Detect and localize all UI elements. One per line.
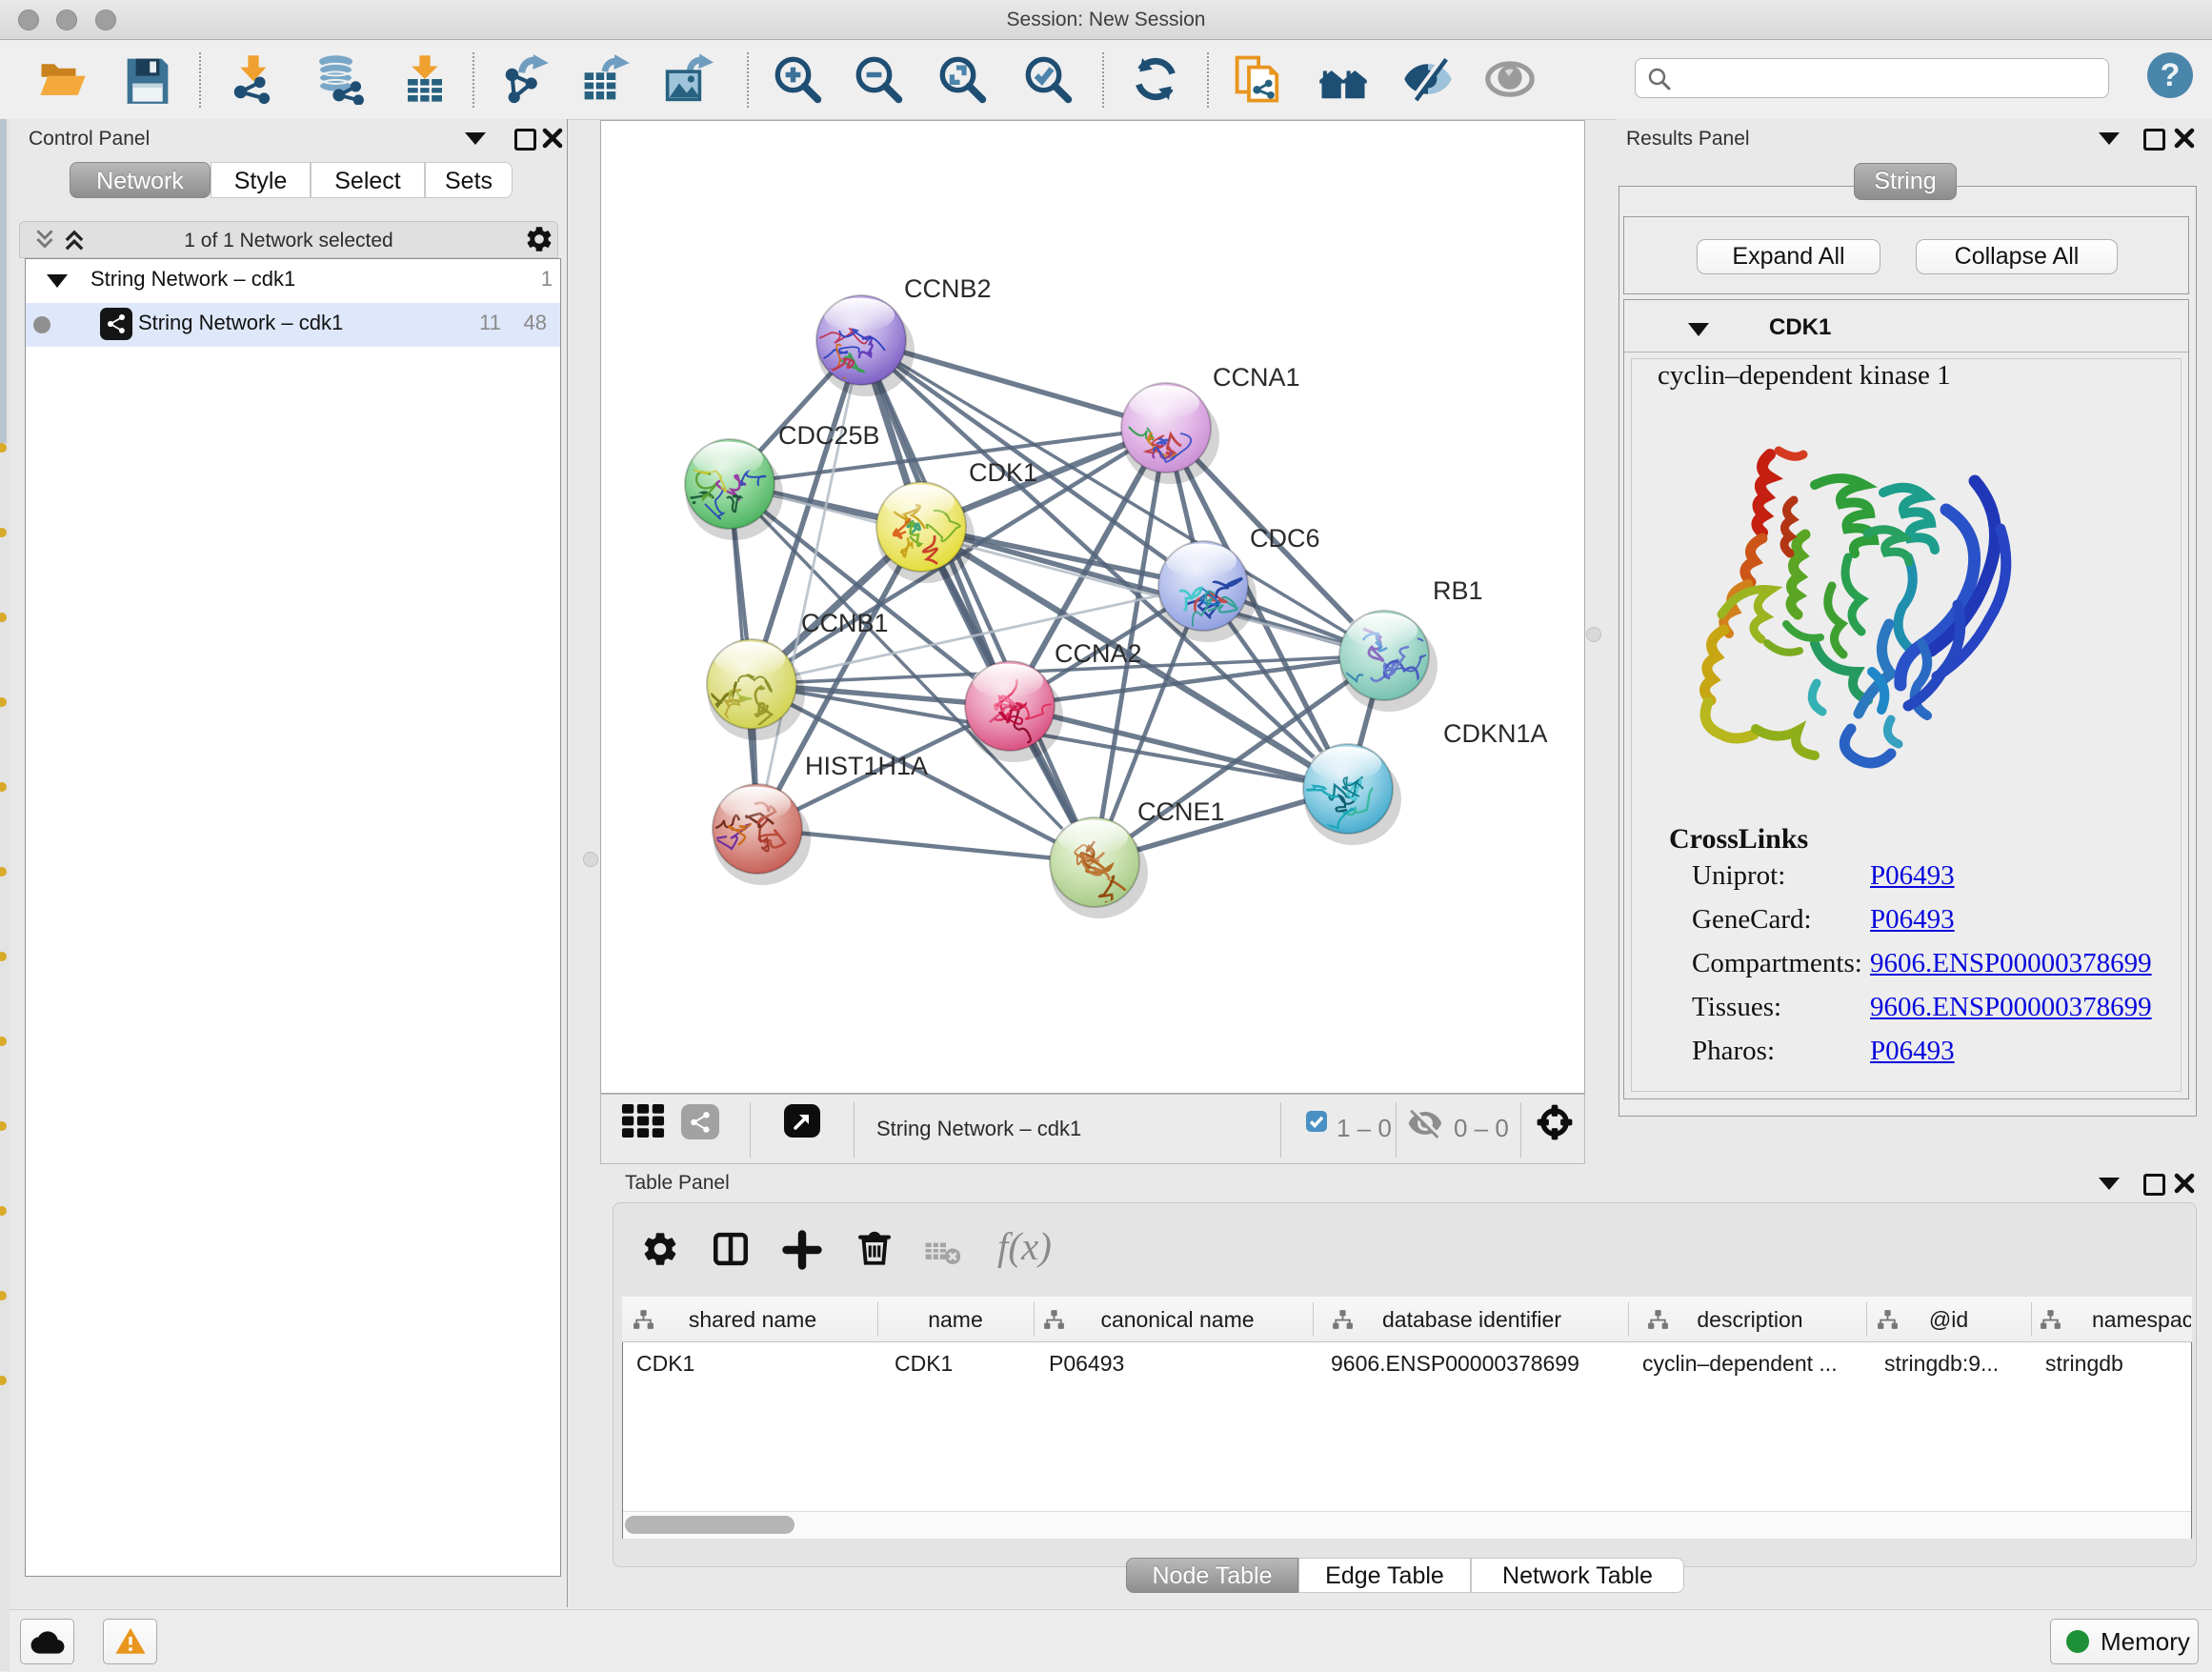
svg-text:HIST1H1A: HIST1H1A <box>805 752 928 780</box>
svg-text:CCNB2: CCNB2 <box>904 274 992 303</box>
svg-text:CDKN1A: CDKN1A <box>1443 719 1548 748</box>
svg-text:RB1: RB1 <box>1433 576 1483 605</box>
svg-text:CDC6: CDC6 <box>1250 524 1320 553</box>
svg-text:CDC25B: CDC25B <box>778 421 880 450</box>
svg-text:CCNE1: CCNE1 <box>1137 797 1225 826</box>
svg-text:CCNA1: CCNA1 <box>1213 363 1300 392</box>
svg-text:CCNA2: CCNA2 <box>1055 639 1142 668</box>
svg-text:CCNB1: CCNB1 <box>801 609 889 637</box>
svg-text:CDK1: CDK1 <box>969 458 1037 487</box>
